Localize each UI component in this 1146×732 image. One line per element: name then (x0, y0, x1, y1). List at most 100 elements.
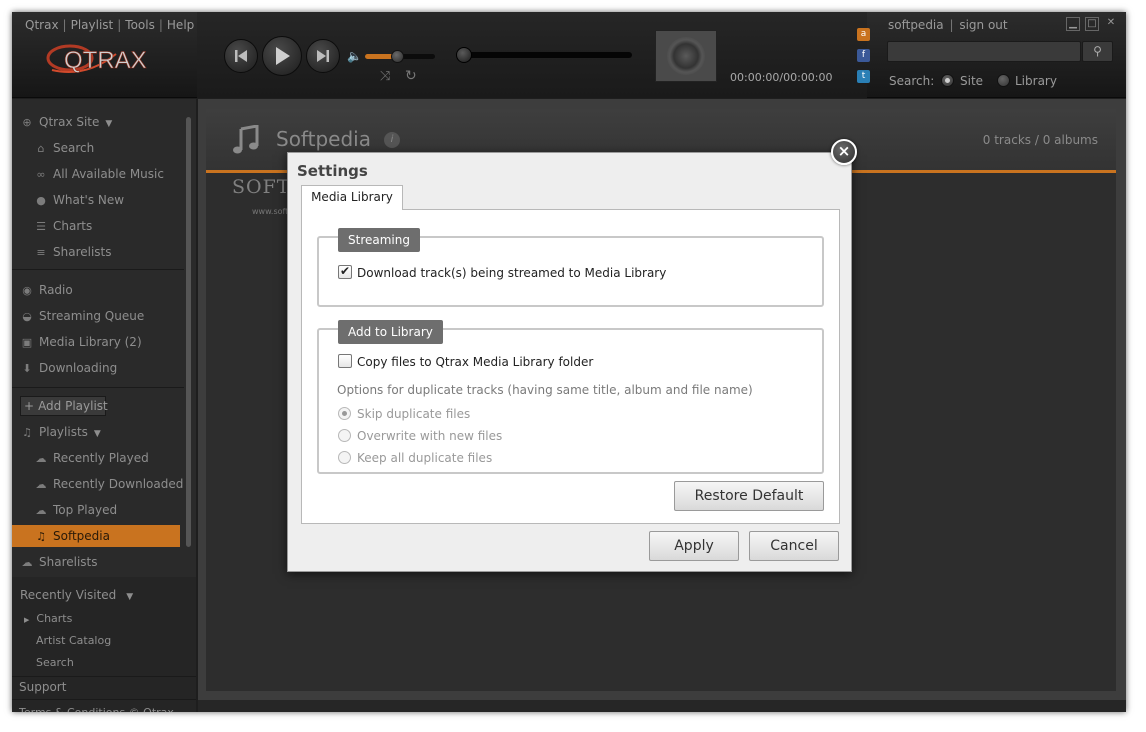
volume-slider[interactable] (365, 50, 435, 63)
sidebar-item-label: What's New (53, 193, 125, 207)
support-link[interactable]: Support (19, 676, 191, 698)
apply-button[interactable]: Apply (649, 531, 739, 561)
keep-duplicates-radio[interactable] (338, 451, 351, 464)
top-bar: Qtrax|Playlist|Tools|Help QTRAX 🔈 (12, 12, 1126, 98)
user-area: softpedia | sign out (888, 18, 1008, 32)
search-input[interactable] (887, 41, 1081, 62)
sidebar: ⊕ Qtrax Site ▼ ⌂ Search ∞ All Available Musi… (12, 99, 196, 712)
radio-icon: ◉ (22, 284, 32, 297)
play-button[interactable] (262, 36, 302, 76)
disc-icon (667, 37, 705, 75)
sidebar-item-label: Recently Downloaded (53, 477, 184, 491)
recent-item-search[interactable]: Search (36, 652, 208, 674)
maximize-button[interactable]: □ (1085, 17, 1099, 31)
download-icon: ⬇ (22, 362, 32, 375)
sidebar-item-label: Recently Played (53, 451, 149, 465)
sidebar-divider (12, 699, 196, 700)
media-library-panel: Streaming Download track(s) being stream… (301, 209, 840, 524)
time-display: 00:00:00/00:00:00 (730, 71, 833, 84)
search-button[interactable]: ⚲ (1082, 41, 1113, 62)
facebook-icon[interactable]: f (857, 49, 870, 62)
chevron-down-icon: ▼ (93, 429, 101, 439)
sidebar-playlist-softpedia[interactable]: ♫ Softpedia (12, 525, 180, 547)
next-button[interactable] (306, 39, 340, 73)
sidebar-qtrax-site[interactable]: ⊕ Qtrax Site ▼ (20, 111, 192, 133)
recent-item-label: Artist Catalog (36, 634, 112, 647)
sidebar-item-label: Top Played (53, 503, 118, 517)
library-icon: ▣ (21, 336, 33, 349)
close-window-button[interactable]: ✕ (1104, 17, 1118, 31)
search-library-radio[interactable] (997, 74, 1010, 87)
streaming-legend: Streaming (338, 228, 420, 252)
add-playlist-label: Add Playlist (38, 399, 108, 413)
recently-visited-header[interactable]: Recently Visited ▼ (20, 584, 192, 606)
restore-default-button[interactable]: Restore Default (674, 481, 824, 511)
sidebar-playlist-top-played[interactable]: ☁ Top Played (34, 499, 206, 521)
download-streamed-checkbox[interactable] (338, 264, 352, 279)
sharelist-icon: ☁ (21, 556, 33, 569)
logo-text: QTRAX (64, 47, 147, 74)
menu-help[interactable]: Help (167, 18, 194, 32)
sidebar-playlist-recently-downloaded[interactable]: ☁ Recently Downloaded (34, 473, 206, 495)
seek-bar[interactable] (456, 47, 632, 63)
playlist-icon: ☁ (35, 504, 47, 517)
overwrite-duplicates-label: Overwrite with new files (357, 429, 503, 443)
sidebar-playlist-recently-played[interactable]: ☁ Recently Played (34, 447, 206, 469)
shuffle-icon[interactable]: ⤨ (380, 69, 390, 84)
overwrite-duplicates-radio[interactable] (338, 429, 351, 442)
seek-knob[interactable] (456, 47, 472, 63)
sidebar-item-radio[interactable]: ◉ Radio (20, 279, 192, 301)
menu-qtrax[interactable]: Qtrax (25, 18, 59, 32)
username: softpedia (888, 18, 944, 32)
sidebar-item-label: Radio (39, 283, 73, 297)
sidebar-item-downloading[interactable]: ⬇ Downloading (20, 357, 192, 379)
recent-item-artist-catalog[interactable]: Artist Catalog (36, 630, 208, 652)
sidebar-item-charts[interactable]: ☰ Charts (34, 215, 206, 237)
player-controls: 🔈 ⤨ ↻ 00:00:00/00:00:00 (197, 12, 867, 98)
menu-tools[interactable]: Tools (125, 18, 155, 32)
sign-out-link[interactable]: sign out (959, 18, 1007, 32)
sidebar-item-search[interactable]: ⌂ Search (34, 137, 206, 159)
twitter-icon[interactable]: t (857, 70, 870, 83)
copy-files-checkbox[interactable] (338, 354, 352, 368)
search-site-radio[interactable] (941, 74, 954, 87)
menu-bar: Qtrax | Playlist | Tools | Help (25, 18, 194, 32)
recent-item-charts[interactable]: ▶ Charts (24, 608, 196, 630)
sidebar-item-streaming-queue[interactable]: ◒ Streaming Queue (20, 305, 192, 327)
add-playlist-button[interactable]: + Add Playlist (20, 396, 108, 416)
repeat-icon[interactable]: ↻ (405, 68, 417, 84)
chevron-down-icon: ▼ (126, 592, 134, 602)
cancel-button[interactable]: Cancel (749, 531, 839, 561)
lastfm-icon[interactable]: a (857, 28, 870, 41)
menu-playlist[interactable]: Playlist (71, 18, 114, 32)
copy-files-label: Copy files to Qtrax Media Library folder (357, 355, 594, 369)
sidebar-item-sharelists[interactable]: ≡ Sharelists (34, 241, 206, 263)
page-title: Softpedia (276, 127, 371, 151)
sidebar-scrollbar[interactable] (186, 117, 191, 547)
minimize-button[interactable]: ▁ (1066, 17, 1080, 31)
volume-knob[interactable] (390, 50, 404, 63)
download-streamed-label: Download track(s) being streamed to Medi… (357, 266, 667, 280)
music-note-icon: ♫ (22, 426, 32, 439)
sidebar-scroll-thumb[interactable] (186, 117, 191, 547)
sidebar-playlists-header[interactable]: ♫ Playlists ▼ (20, 421, 192, 443)
dialog-close-button[interactable]: × (831, 139, 857, 165)
sidebar-item-sharelists-main[interactable]: ☁ Sharelists (20, 551, 192, 573)
sidebar-item-all-music[interactable]: ∞ All Available Music (34, 163, 206, 185)
playlist-icon: ☁ (35, 452, 47, 465)
sidebar-item-media-library[interactable]: ▣ Media Library (2) (20, 331, 192, 353)
alert-icon: ● (36, 194, 46, 207)
tab-media-library[interactable]: Media Library (301, 185, 403, 210)
skip-duplicates-radio[interactable] (338, 407, 351, 420)
sidebar-item-label: Sharelists (39, 555, 98, 569)
info-icon[interactable]: i (384, 132, 400, 148)
previous-button[interactable] (224, 39, 258, 73)
sidebar-item-label: Charts (53, 219, 93, 233)
sidebar-item-label: All Available Music (53, 167, 164, 181)
sidebar-item-whats-new[interactable]: ● What's New (34, 189, 206, 211)
qtrax-logo: QTRAX (46, 40, 166, 76)
volume-icon[interactable]: 🔈 (347, 49, 362, 63)
terms-link[interactable]: Terms & Conditions © Qtrax (19, 702, 191, 712)
menu-separator: | (158, 18, 163, 32)
sidebar-item-label: Search (53, 141, 95, 155)
